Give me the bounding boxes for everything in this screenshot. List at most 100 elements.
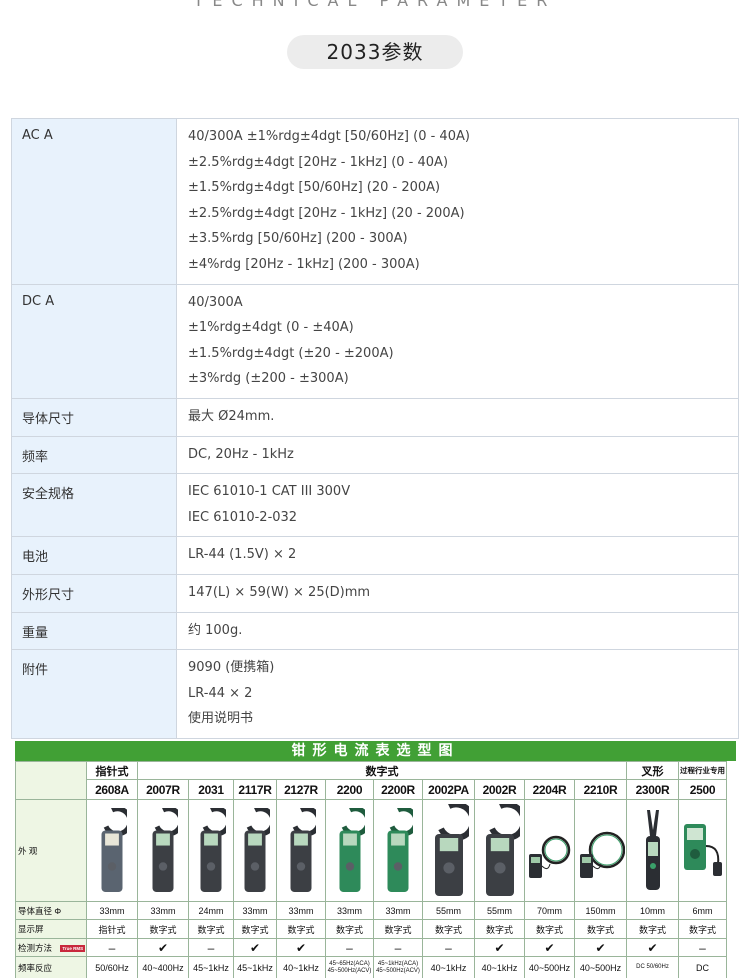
spec-row: DC A 40/300A ±1%rdg±4dgt (0 - ±40A) ±1.5%rd… <box>11 283 739 399</box>
spec-label: 安全规格 <box>11 473 177 538</box>
spec-label: 导体尺寸 <box>11 397 177 437</box>
model-2117r: 2117R <box>233 779 277 800</box>
method-cell: ✔ <box>276 938 326 957</box>
meter-image-cell <box>373 799 423 902</box>
spec-row: 附件 9090 (便携箱) LR-44 × 2 使用说明书 <box>11 649 739 739</box>
spec-label: AC A <box>11 118 177 285</box>
diameter-cell: 55mm <box>474 901 525 920</box>
spec-row: 安全规格 IEC 61010-1 CAT III 300V IEC 61010-2-… <box>11 473 739 538</box>
method-row: 检测方法 True RMS – ✔ – ✔ ✔ – – – ✔ ✔ ✔ ✔ – <box>15 938 727 957</box>
spec-value-line: LR-44 × 2 <box>188 685 253 701</box>
selection-table: 指针式 数字式 叉形 过程行业专用 2608A 2007R 2031 2117R 212… <box>15 761 727 978</box>
model-2300r: 2300R <box>626 779 679 800</box>
spec-value-line: 40/300A ±1%rdg±4dgt [50/60Hz] (0 - 40A) <box>188 129 470 144</box>
spec-label: 电池 <box>11 536 177 575</box>
true-rms-badge: True RMS <box>60 944 86 952</box>
spec-value-line: 约 100g. <box>188 622 243 638</box>
spec-value-line: IEC 61010-2-032 <box>188 509 298 525</box>
diameter-cell: 33mm <box>276 901 326 920</box>
model-2204r: 2204R <box>524 779 575 800</box>
spec-value-line: LR-44 (1.5V) × 2 <box>188 547 297 563</box>
group-fork: 叉形 <box>626 761 679 780</box>
spec-value: 40/300A ±1%rdg±4dgt [50/60Hz] (0 - 40A) ±… <box>176 118 739 285</box>
spec-value-line: 9090 (便携箱) <box>188 660 275 676</box>
meter-image-cell <box>524 799 575 902</box>
display-cell: 数字式 <box>678 919 727 939</box>
freq-cell: 40~500Hz <box>574 956 627 978</box>
model-2007r: 2007R <box>137 779 189 800</box>
spec-value-line: 40/300A <box>188 294 243 310</box>
display-cell: 数字式 <box>233 919 277 939</box>
diameter-cell: 33mm <box>137 901 189 920</box>
spec-row: AC A 40/300A ±1%rdg±4dgt [50/60Hz] (0 - 4… <box>11 118 739 285</box>
spec-label: 附件 <box>11 649 177 739</box>
display-cell: 数字式 <box>626 919 679 939</box>
spec-value-line: ±3.5%rdg [50/60Hz] (200 - 300A) <box>188 231 408 247</box>
diameter-cell: 70mm <box>524 901 575 920</box>
spec-value-line: DC, 20Hz - 1kHz <box>188 446 294 462</box>
diameter-cell: 55mm <box>422 901 475 920</box>
meter-image-cell <box>188 799 234 902</box>
display-cell: 数字式 <box>422 919 475 939</box>
meter-image-cell <box>422 799 475 902</box>
method-cell: ✔ <box>137 938 189 957</box>
freq-cell: 45~1kHz(ACA) 45~500Hz(ACV) <box>373 956 423 978</box>
spec-value-line: ±1%rdg±4dgt (0 - ±40A) <box>188 320 354 336</box>
page-title: 2033参数 <box>287 35 463 69</box>
spec-label: 重量 <box>11 611 177 651</box>
freq-cell: DC <box>678 956 727 978</box>
method-label: 检测方法 <box>18 942 53 953</box>
method-cell: – <box>188 938 234 957</box>
spec-label: 外形尺寸 <box>11 573 177 613</box>
spec-value-line: ±2.5%rdg±4dgt [20Hz - 1kHz] (20 - 200A) <box>188 205 465 221</box>
appearance-row: 外 观 <box>15 799 727 902</box>
corner-cell <box>15 761 87 800</box>
spec-value: IEC 61010-1 CAT III 300V IEC 61010-2-032 <box>176 473 739 538</box>
method-cell: ✔ <box>474 938 525 957</box>
spec-value-line: 最大 Ø24mm. <box>188 408 275 424</box>
spec-row: 频率 DC, 20Hz - 1kHz <box>11 435 739 475</box>
spec-value: 最大 Ø24mm. <box>176 397 739 437</box>
model-2031: 2031 <box>188 779 234 800</box>
display-cell: 数字式 <box>373 919 423 939</box>
spec-value: LR-44 (1.5V) × 2 <box>176 536 739 575</box>
meter-image-cell <box>626 799 679 902</box>
model-2200: 2200 <box>325 779 374 800</box>
spec-value-line: ±4%rdg [20Hz - 1kHz] (200 - 300A) <box>188 256 420 272</box>
diameter-row: 导体直径 Φ 33mm 33mm 24mm 33mm 33mm 33mm 33mm 55mm 5… <box>15 901 727 920</box>
method-cell: ✔ <box>524 938 575 957</box>
spec-row: 重量约 100g. <box>11 611 739 651</box>
display-label: 显示屏 <box>15 919 87 939</box>
section-overline: TECHNICAL PARAMETER <box>193 0 557 10</box>
method-cell: ✔ <box>626 938 679 957</box>
freq-cell: 40~1kHz <box>422 956 475 978</box>
spec-value: DC, 20Hz - 1kHz <box>176 435 739 475</box>
freq-cell: 40~1kHz <box>474 956 525 978</box>
display-cell: 数字式 <box>325 919 374 939</box>
spec-value-line: 147(L) × 59(W) × 25(D)mm <box>188 584 371 600</box>
display-cell: 数字式 <box>276 919 326 939</box>
freq-label: 频率反应 <box>15 956 87 978</box>
method-cell: – <box>373 938 423 957</box>
display-cell: 指针式 <box>86 919 138 939</box>
meter-image-cell <box>233 799 277 902</box>
diameter-cell: 33mm <box>86 901 138 920</box>
spec-value-line: ±2.5%rdg±4dgt [20Hz - 1kHz] (0 - 40A) <box>188 154 449 170</box>
diameter-cell: 33mm <box>233 901 277 920</box>
method-label-cell: 检测方法 True RMS <box>15 938 87 957</box>
group-process: 过程行业专用 <box>678 761 727 780</box>
freq-cell: 45~1kHz <box>233 956 277 978</box>
freq-cell: 50/60Hz <box>86 956 138 978</box>
diameter-cell: 33mm <box>373 901 423 920</box>
freq-cell: 45~65Hz(ACA) 45~500Hz(ACV) <box>325 956 374 978</box>
model-2210r: 2210R <box>574 779 627 800</box>
spec-value: 约 100g. <box>176 611 739 651</box>
selection-chart-title: 钳形电流表选型图 <box>15 741 736 761</box>
spec-value-line: ±1.5%rdg±4dgt [50/60Hz] (20 - 200A) <box>188 180 441 196</box>
diameter-cell: 33mm <box>325 901 374 920</box>
spec-label: 频率 <box>11 435 177 475</box>
display-cell: 数字式 <box>137 919 189 939</box>
group-digital: 数字式 <box>137 761 627 780</box>
display-row: 显示屏 指针式 数字式 数字式 数字式 数字式 数字式 数字式 数字式 数字式 数字式 数字式 数字式… <box>15 919 727 939</box>
spec-value-line: 使用说明书 <box>188 711 254 727</box>
